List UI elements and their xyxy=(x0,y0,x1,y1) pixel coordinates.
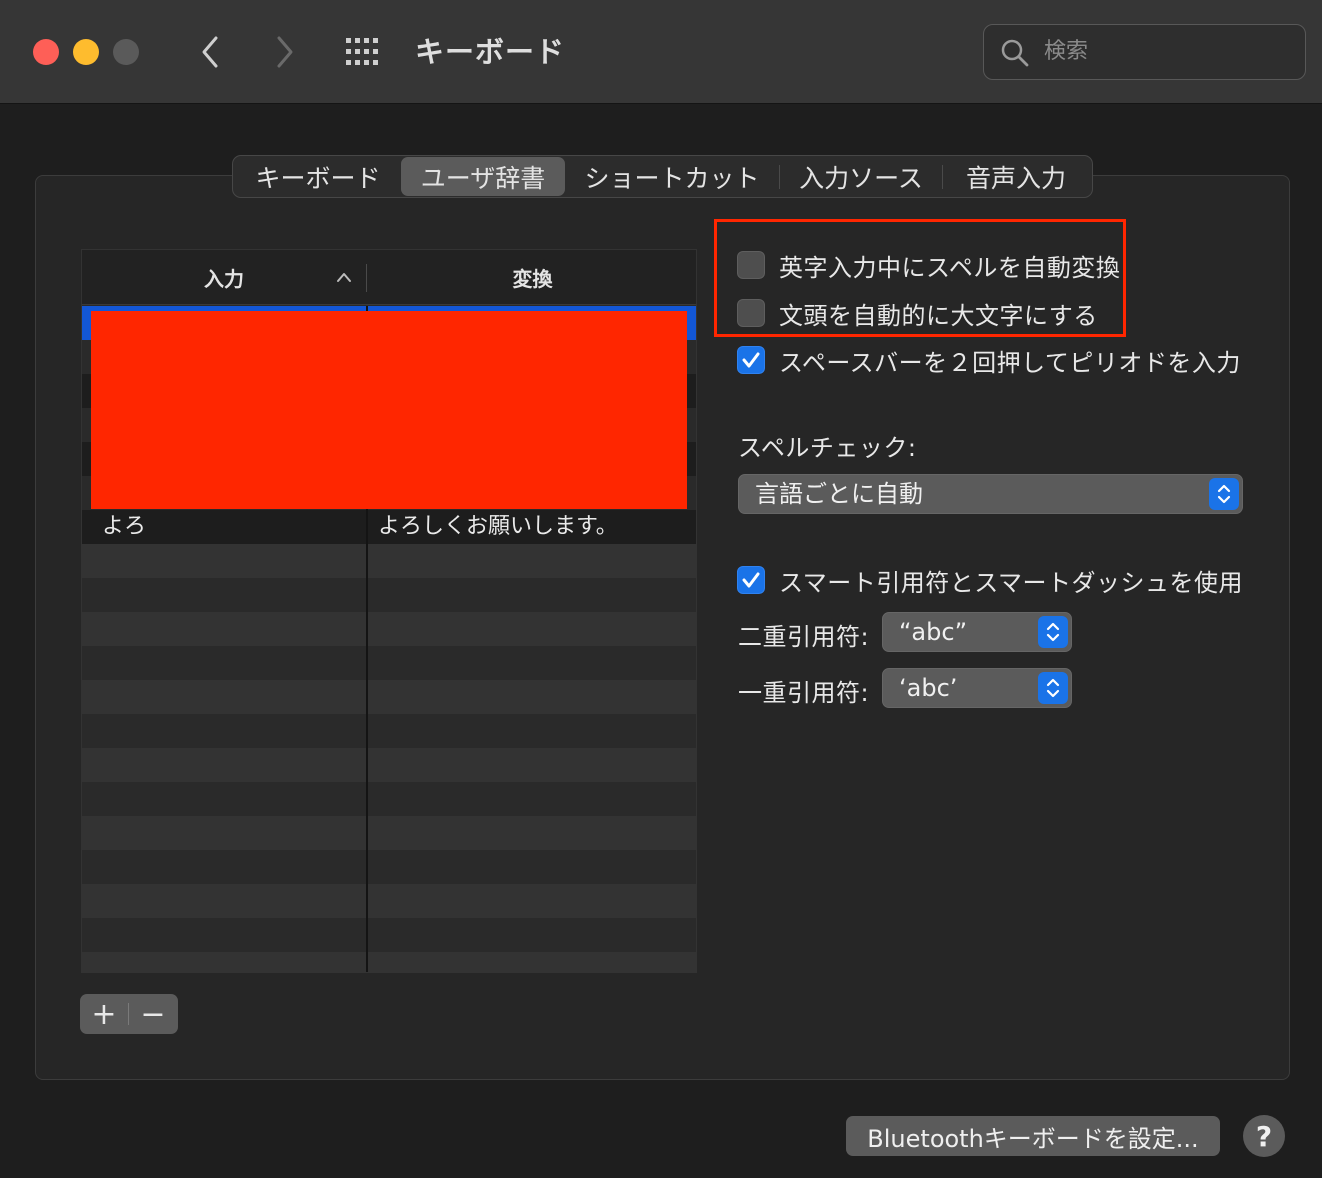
zoom-window-button[interactable] xyxy=(113,39,139,65)
tab-shortcuts[interactable]: ショートカット xyxy=(565,157,779,196)
table-row xyxy=(82,544,696,578)
capitalize-option[interactable]: 文頭を自動的に大文字にする xyxy=(737,297,1098,330)
tab-bar: キーボード ユーザ辞書 ショートカット 入力ソース 音声入力 xyxy=(232,155,1093,198)
show-all-button[interactable] xyxy=(344,36,386,68)
help-button[interactable]: ? xyxy=(1243,1115,1285,1157)
search-icon xyxy=(1001,39,1029,67)
grid-icon xyxy=(346,38,378,65)
capitalize-checkbox[interactable] xyxy=(737,299,765,327)
table-row xyxy=(82,918,696,952)
table-row xyxy=(82,748,696,782)
table-row xyxy=(82,816,696,850)
double-quote-popup[interactable]: “abc” xyxy=(882,612,1072,652)
single-quote-value: ‘abc’ xyxy=(899,674,958,702)
add-remove-control: + − xyxy=(80,994,178,1034)
redaction-block xyxy=(91,311,687,509)
tab-dictation[interactable]: 音声入力 xyxy=(943,157,1089,196)
remove-entry-button[interactable]: − xyxy=(129,994,177,1034)
column-header-input[interactable]: 入力 xyxy=(82,250,366,305)
table-row xyxy=(82,884,696,918)
table-row xyxy=(82,578,696,612)
table-row xyxy=(82,714,696,748)
smart-quotes-option[interactable]: スマート引用符とスマートダッシュを使用 xyxy=(737,564,1243,597)
double-space-period-option[interactable]: スペースバーを２回押してピリオドを入力 xyxy=(737,344,1241,377)
table-row xyxy=(82,612,696,646)
spell-check-label: スペルチェック: xyxy=(738,434,917,462)
column-header-conversion[interactable]: 変換 xyxy=(367,250,696,305)
row-input: よろ xyxy=(102,514,147,539)
double-quote-value: “abc” xyxy=(899,618,968,646)
single-quote-label: 一重引用符: xyxy=(738,679,870,707)
add-entry-button[interactable]: + xyxy=(80,994,128,1034)
spell-check-value: 言語ごとに自動 xyxy=(755,480,923,508)
autocorrect-checkbox[interactable] xyxy=(737,251,765,279)
window-title: キーボード xyxy=(415,35,566,69)
double-quote-label: 二重引用符: xyxy=(738,623,870,651)
tab-keyboard[interactable]: キーボード xyxy=(235,157,401,196)
search-placeholder: 検索 xyxy=(1044,39,1089,64)
tab-input-sources[interactable]: 入力ソース xyxy=(780,157,942,196)
table-header: 入力 変換 xyxy=(82,250,696,305)
minimize-window-button[interactable] xyxy=(73,39,99,65)
chevron-left-icon xyxy=(202,36,218,68)
spell-check-popup[interactable]: 言語ごとに自動 xyxy=(738,474,1243,514)
row-conversion: よろしくお願いします。 xyxy=(378,514,618,539)
popup-arrows-icon xyxy=(1038,616,1068,648)
popup-arrows-icon xyxy=(1038,672,1068,704)
popup-arrows-icon xyxy=(1209,478,1239,510)
title-bar: キーボード 検索 xyxy=(0,0,1322,104)
table-row xyxy=(82,850,696,884)
table-row xyxy=(82,952,696,972)
single-quote-popup[interactable]: ‘abc’ xyxy=(882,668,1072,708)
chevron-right-icon xyxy=(277,36,293,68)
double-space-period-checkbox[interactable] xyxy=(737,346,765,374)
autocorrect-option[interactable]: 英字入力中にスペルを自動変換 xyxy=(737,249,1120,282)
table-row xyxy=(82,782,696,816)
smart-quotes-checkbox[interactable] xyxy=(737,566,765,594)
sort-ascending-icon xyxy=(337,273,351,282)
table-row[interactable]: よろ よろしくお願いします。 xyxy=(82,510,696,544)
table-row xyxy=(82,680,696,714)
checkmark-icon xyxy=(742,572,760,588)
close-window-button[interactable] xyxy=(33,39,59,65)
setup-bluetooth-keyboard-button[interactable]: Bluetoothキーボードを設定... xyxy=(846,1116,1220,1156)
back-button[interactable] xyxy=(190,30,230,74)
forward-button[interactable] xyxy=(265,30,305,74)
checkmark-icon xyxy=(742,352,760,368)
table-row xyxy=(82,646,696,680)
tab-user-dictionary[interactable]: ユーザ辞書 xyxy=(401,157,565,196)
search-field[interactable]: 検索 xyxy=(983,24,1306,80)
